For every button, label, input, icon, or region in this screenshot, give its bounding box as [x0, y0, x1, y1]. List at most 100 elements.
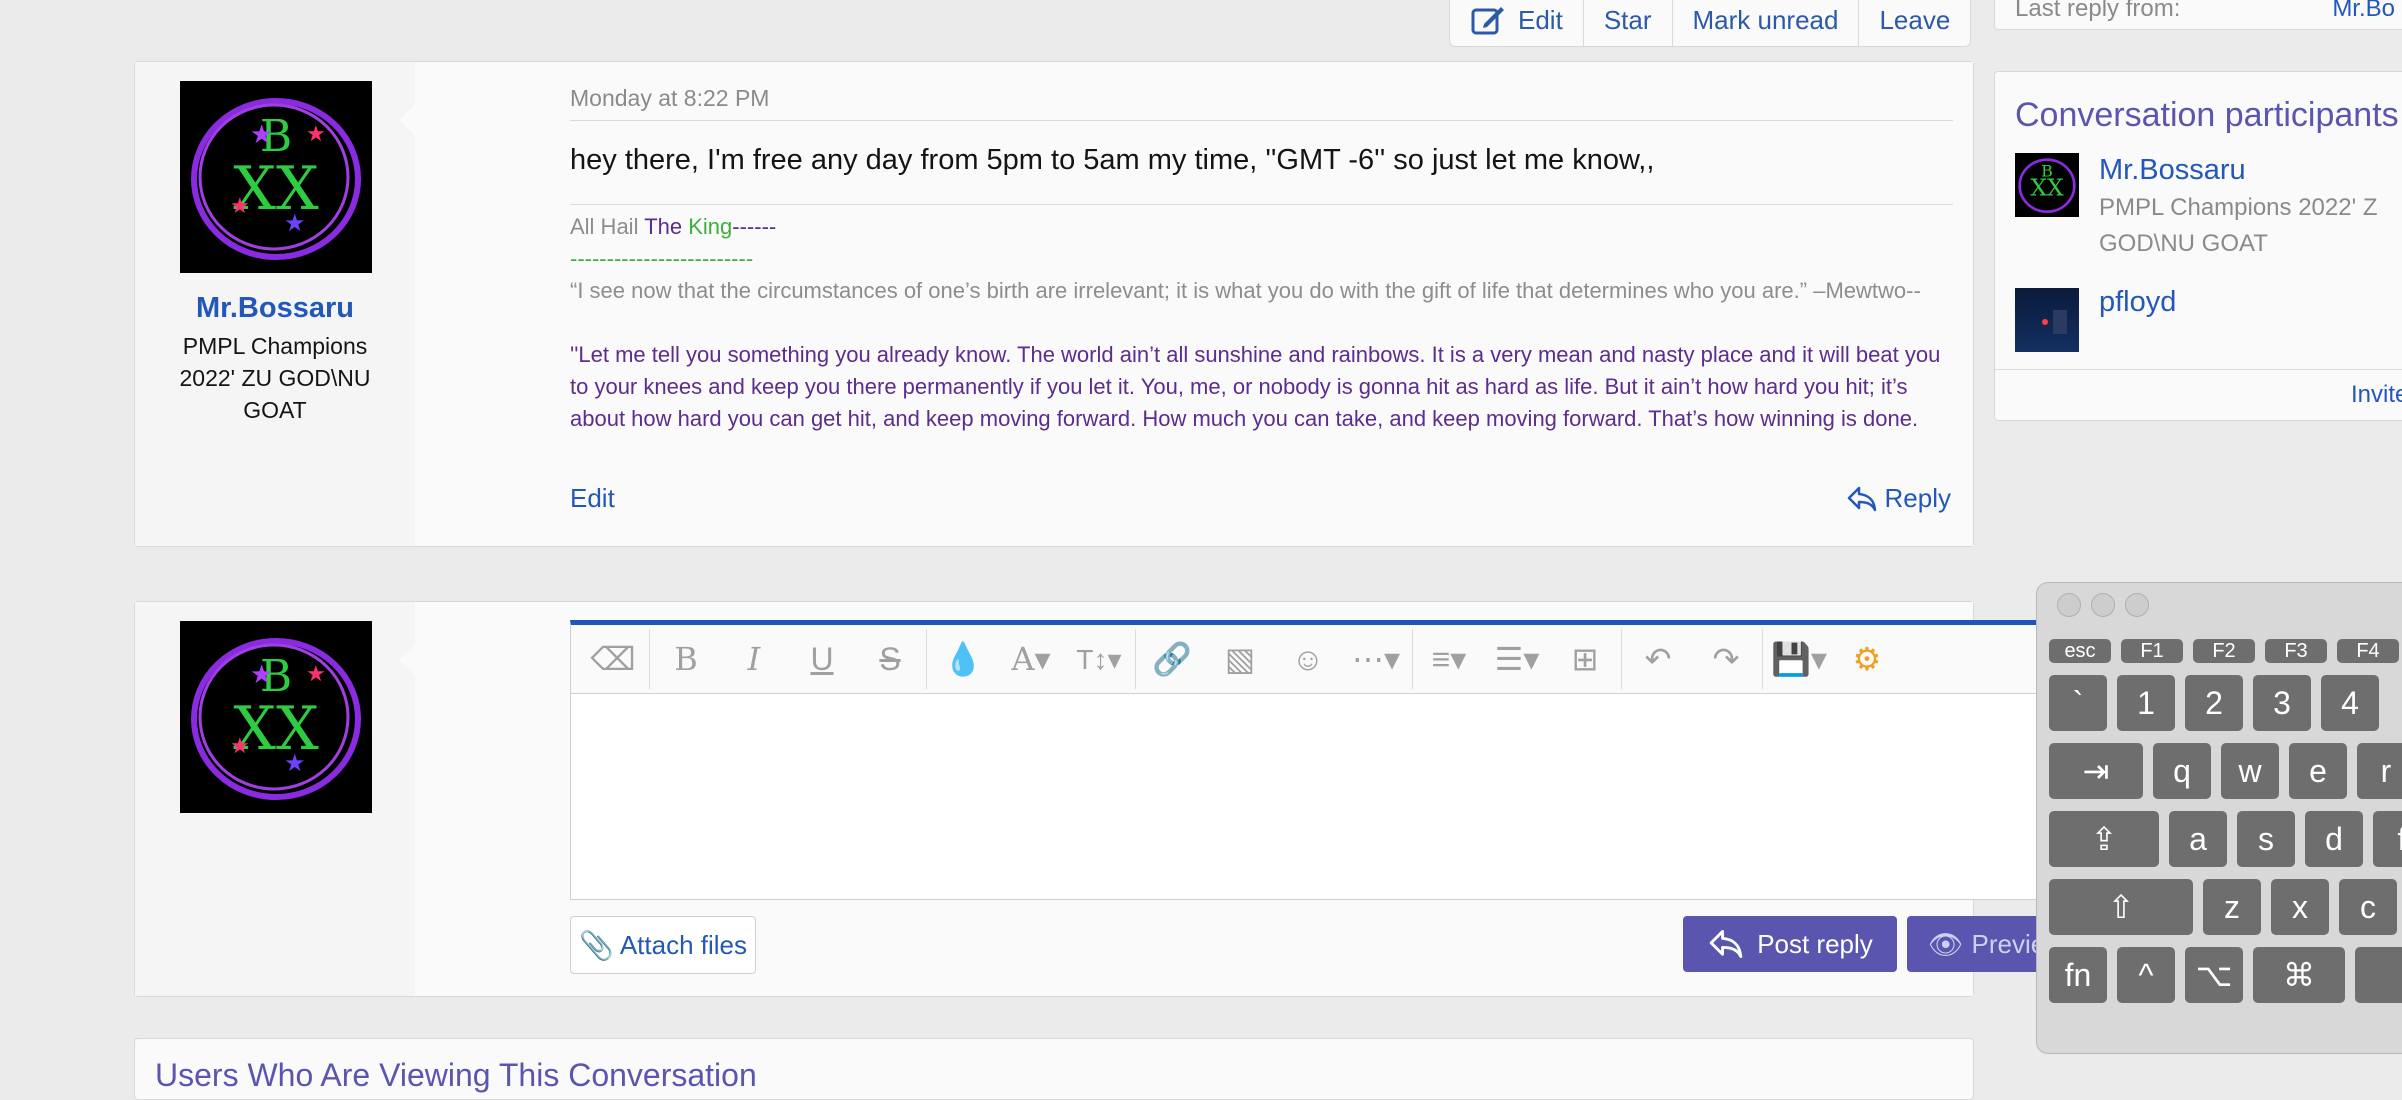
key-control[interactable]: ^ [2117, 947, 2175, 1003]
font-family-icon[interactable]: A▾ [997, 629, 1065, 689]
drafts-icon[interactable]: 💾▾ [1765, 629, 1833, 689]
align-icon[interactable]: ≡▾ [1415, 629, 1483, 689]
reply-pointer [399, 644, 415, 676]
participant-avatar[interactable] [2015, 288, 2079, 352]
underline-icon[interactable]: U [788, 629, 856, 689]
signature-quote-mewtwo: “I see now that the circumstances of one… [570, 278, 1921, 303]
table-icon[interactable]: ⊞ [1551, 629, 1619, 689]
key-fn[interactable]: fn [2049, 947, 2107, 1003]
key-f2[interactable]: F2 [2193, 639, 2255, 663]
key-shift[interactable]: ⇧ [2049, 879, 2193, 935]
reply-icon [1709, 930, 1743, 958]
editor-content-area[interactable] [571, 694, 2085, 894]
svg-text:B: B [2041, 161, 2053, 180]
participants-title: Conversation participants [2015, 96, 2399, 134]
editor-toolbar: ⌫ B I U S 💧 A▾ T↕▾ 🔗 ▧ ☺ ⋯▾ ≡▾ ☰▾ ⊞ ↶ ↷ … [571, 625, 2085, 694]
leave-button[interactable]: Leave [1859, 0, 1970, 46]
last-reply-label: Last reply from: [2015, 0, 2181, 22]
key-x[interactable]: x [2271, 879, 2329, 935]
text-color-icon[interactable]: 💧 [929, 629, 997, 689]
mark-unread-label: Mark unread [1692, 4, 1839, 35]
list-icon[interactable]: ☰▾ [1483, 629, 1551, 689]
thread-actions-bar: Edit Star Mark unread Leave [1449, 0, 1972, 47]
message-text: hey there, I'm free any day from 5pm to … [570, 144, 1655, 176]
font-size-icon[interactable]: T↕▾ [1065, 629, 1133, 689]
key-z[interactable]: z [2203, 879, 2261, 935]
key-option[interactable]: ⌥ [2185, 947, 2243, 1003]
paperclip-icon: 📎 [578, 929, 614, 961]
link-icon[interactable]: 🔗 [1138, 629, 1206, 689]
message-pointer [399, 104, 415, 136]
avatar-photo-icon [2042, 310, 2067, 334]
signature-hail-prefix: All Hail [570, 214, 645, 239]
window-close-button[interactable] [2057, 593, 2081, 617]
key-q[interactable]: q [2153, 743, 2211, 799]
key-1[interactable]: 1 [2117, 675, 2175, 731]
current-user-avatar[interactable]: B XX ★ ★ ★ ★ [180, 621, 372, 813]
author-name[interactable]: Mr.Bossaru [135, 292, 415, 325]
window-zoom-button[interactable] [2125, 593, 2149, 617]
key-esc[interactable]: esc [2049, 639, 2111, 663]
toolbar-separator [926, 629, 927, 689]
attach-files-label: Attach files [619, 929, 748, 960]
image-icon[interactable]: ▧ [1206, 629, 1274, 689]
key-w[interactable]: w [2221, 743, 2279, 799]
key-command[interactable]: ⌘ [2253, 947, 2345, 1003]
italic-icon[interactable]: I [720, 629, 788, 689]
svg-text:★: ★ [250, 119, 273, 149]
reply-label: Reply [1884, 483, 1951, 513]
key-tab[interactable]: ⇥ [2049, 743, 2143, 799]
reply-link[interactable]: Reply [1847, 483, 1951, 514]
svg-text:★: ★ [230, 193, 250, 218]
avatar-logo-icon: B XX ★ ★ ★ ★ [191, 98, 361, 260]
participant-avatar[interactable]: XX B [2015, 153, 2079, 217]
clear-formatting-icon[interactable]: ⌫ [579, 629, 647, 689]
participant-name[interactable]: pfloyd [2099, 286, 2176, 319]
key-f[interactable]: f [2373, 811, 2402, 867]
rich-text-editor: ⌫ B I U S 💧 A▾ T↕▾ 🔗 ▧ ☺ ⋯▾ ≡▾ ☰▾ ⊞ ↶ ↷ … [570, 620, 2086, 900]
message-card: B XX ★ ★ ★ ★ Mr.Bossaru PMPL Champions 2… [134, 61, 1974, 547]
key-4[interactable]: 4 [2321, 675, 2379, 731]
toolbar-separator [1135, 629, 1136, 689]
mark-unread-button[interactable]: Mark unread [1673, 0, 1860, 46]
key-2[interactable]: 2 [2185, 675, 2243, 731]
invite-link[interactable]: Invite [2351, 381, 2402, 409]
post-reply-button[interactable]: Post reply [1683, 916, 1897, 972]
strikethrough-icon[interactable]: S [856, 629, 924, 689]
key-f3[interactable]: F3 [2265, 639, 2327, 663]
emoji-icon[interactable]: ☺ [1274, 629, 1342, 689]
redo-icon[interactable]: ↷ [1692, 629, 1760, 689]
settings-gear-icon[interactable]: ⚙ [1833, 629, 1901, 689]
key-3[interactable]: 3 [2253, 675, 2311, 731]
participant-name[interactable]: Mr.Bossaru [2099, 154, 2246, 187]
more-options-icon[interactable]: ⋯▾ [1342, 629, 1410, 689]
key-d[interactable]: d [2305, 811, 2363, 867]
key-f1[interactable]: F1 [2121, 639, 2183, 663]
bold-icon[interactable]: B [652, 629, 720, 689]
key-backtick[interactable]: ` [2049, 675, 2107, 731]
participant-title: GOD\NU GOAT [2099, 230, 2268, 257]
window-minimize-button[interactable] [2091, 593, 2115, 617]
key-s[interactable]: s [2237, 811, 2295, 867]
edit-thread-button[interactable]: Edit [1450, 0, 1584, 46]
signature-quote-life: ''Let me tell you something you already … [570, 342, 1941, 431]
key-a[interactable]: a [2169, 811, 2227, 867]
star-button[interactable]: Star [1584, 0, 1673, 46]
edit-message-link[interactable]: Edit [570, 483, 615, 514]
author-avatar[interactable]: B XX ★ ★ ★ ★ [180, 81, 372, 273]
toolbar-separator [1762, 629, 1763, 689]
undo-icon[interactable]: ↶ [1624, 629, 1692, 689]
key-c[interactable]: c [2339, 879, 2397, 935]
divider [570, 120, 1953, 121]
last-reply-user[interactable]: Mr.Bo [2332, 0, 2395, 23]
attach-files-button[interactable]: 📎 Attach files [570, 916, 756, 974]
key-space[interactable] [2355, 947, 2402, 1003]
message-date[interactable]: Monday at 8:22 PM [570, 85, 769, 112]
participants-block: Conversation participants XX B Mr.Bossar… [1994, 71, 2402, 421]
key-capslock[interactable]: ⇪ [2049, 811, 2159, 867]
key-f4[interactable]: F4 [2337, 639, 2399, 663]
key-e[interactable]: e [2289, 743, 2347, 799]
conversation-info-block: Last reply from: Mr.Bo [1994, 0, 2402, 30]
avatar-logo-icon: B XX ★ ★ ★ ★ [191, 638, 361, 800]
key-r[interactable]: r [2357, 743, 2402, 799]
